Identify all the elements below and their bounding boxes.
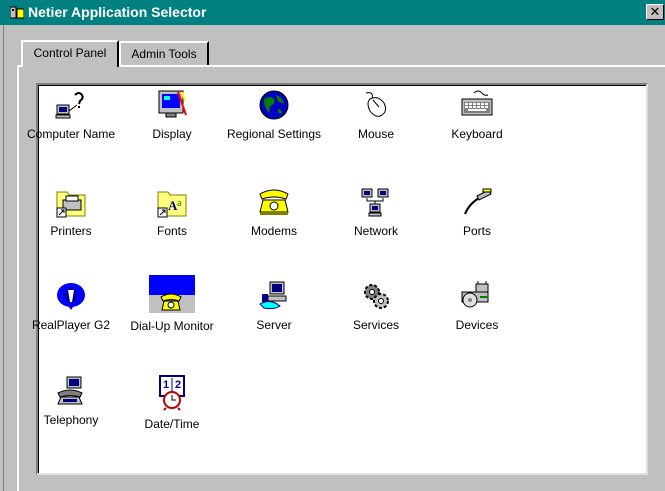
control-panel-list: Computer Name Display Regional Settings … (27, 83, 648, 475)
item-label: Computer Name (26, 127, 116, 141)
server-icon (259, 281, 287, 310)
item-fonts[interactable]: A a Fonts (117, 186, 227, 238)
item-services[interactable]: Services (321, 280, 431, 332)
item-regional-settings[interactable]: Regional Settings (219, 89, 329, 141)
item-server[interactable]: Server (219, 280, 329, 332)
printer-folder-icon (56, 191, 86, 218)
item-dial-up-monitor[interactable]: Dial-Up Monitor (117, 275, 227, 333)
item-computer-name[interactable]: Computer Name (16, 89, 126, 141)
item-label: Printers (50, 224, 92, 238)
port-cable-icon (464, 188, 492, 215)
item-ports[interactable]: Ports (422, 186, 532, 238)
network-icon (361, 188, 389, 217)
item-realplayer-g2[interactable]: RealPlayer G2 (16, 280, 126, 332)
item-mouse[interactable]: Mouse (321, 89, 431, 141)
item-label: Dial-Up Monitor (130, 319, 214, 333)
title-bar: Netier Application Selector ✕ (0, 0, 665, 25)
computer-name-icon (55, 92, 84, 119)
item-network[interactable]: Network (321, 186, 431, 238)
item-label: Modems (250, 224, 297, 238)
item-label: Keyboard (451, 127, 503, 141)
app-icon (10, 6, 24, 19)
item-label: Display (152, 127, 192, 141)
window-title: Netier Application Selector (28, 4, 207, 20)
item-printers[interactable]: Printers (16, 186, 126, 238)
globe-icon (259, 90, 289, 120)
telephony-icon (57, 376, 83, 405)
tab-join (23, 64, 117, 68)
tab-control-panel[interactable]: Control Panel (21, 40, 119, 67)
close-button[interactable]: ✕ (646, 4, 664, 20)
item-modems[interactable]: Modems (219, 186, 329, 238)
svg-text:a: a (177, 198, 182, 209)
dialup-monitor-icon (149, 275, 195, 313)
item-telephony[interactable]: Telephony (16, 375, 126, 427)
item-display[interactable]: Display (117, 89, 227, 141)
calendar-clock-icon: 1 2 (159, 375, 185, 411)
keyboard-icon (461, 90, 493, 116)
item-label: Mouse (357, 127, 395, 141)
devices-icon (461, 281, 489, 308)
item-label: Server (256, 318, 292, 332)
window-frame (0, 25, 4, 491)
tab-label: Control Panel (33, 46, 107, 60)
item-label: Date/Time (144, 417, 200, 431)
item-label: Telephony (43, 413, 99, 427)
svg-text:2: 2 (175, 379, 181, 391)
item-date-time[interactable]: 1 2 Date/Time (117, 375, 227, 431)
item-label: Ports (462, 224, 491, 238)
realplayer-icon (57, 283, 85, 310)
item-devices[interactable]: Devices (422, 280, 532, 332)
fonts-folder-icon: A a (157, 191, 187, 218)
tab-admin-tools[interactable]: Admin Tools (119, 41, 209, 65)
item-label: Devices (455, 318, 499, 332)
item-label: Regional Settings (226, 127, 322, 141)
item-label: RealPlayer G2 (31, 318, 111, 332)
item-label: Fonts (156, 224, 187, 238)
mouse-icon (365, 92, 387, 117)
close-icon: ✕ (649, 4, 661, 19)
item-label: Services (352, 318, 399, 332)
item-keyboard[interactable]: Keyboard (422, 89, 532, 141)
svg-text:1: 1 (163, 379, 169, 391)
telephone-icon (259, 189, 289, 215)
tab-label: Admin Tools (131, 47, 197, 61)
display-icon (158, 90, 187, 118)
gears-icon (364, 284, 389, 309)
item-label: Network (353, 224, 398, 238)
